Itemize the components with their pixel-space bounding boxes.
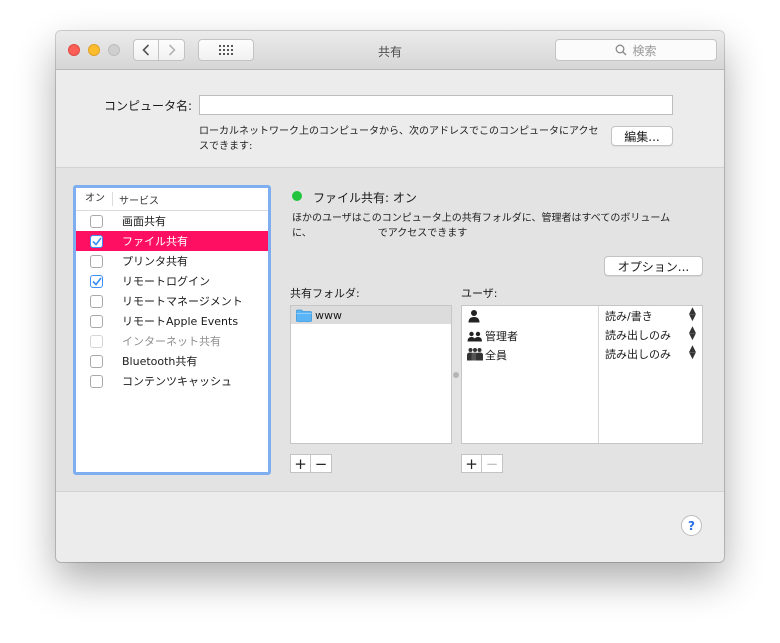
service-name: プリンタ共有 [122, 255, 188, 268]
sharing-main-section: オン サービス 画面共有ファイル共有 プリンタ共有リモートログインリモートマネージ… [56, 167, 724, 492]
shared-folders-label: 共有フォルダ: [290, 287, 360, 300]
services-list[interactable]: オン サービス 画面共有ファイル共有 プリンタ共有リモートログインリモートマネージ… [73, 185, 271, 475]
users-label: ユーザ: [461, 287, 498, 300]
folder-icon [296, 309, 312, 322]
computer-name-section: コンピュータ名: ローカルネットワーク上のコンピュータから、次のアドレスでこのコ… [56, 70, 724, 167]
users-list[interactable]: 読み/書き ▲ ▼ 管理者 読み出しのみ ▲ ▼ 全員 読み出しのみ ▲ ▼ [461, 305, 703, 444]
description-line-1: ほかのユーザはこのコンピュータ上の共有フォルダに、管理者はすべてのボリューム [292, 213, 671, 224]
user-permission[interactable]: 読み/書き [605, 308, 653, 324]
service-row[interactable]: インターネット共有 [76, 331, 268, 351]
single-user-icon [468, 310, 480, 323]
service-description: ほかのユーザはこのコンピュータ上の共有フォルダに、管理者はすべてのボリューム に… [292, 211, 692, 241]
service-checkbox[interactable] [90, 354, 103, 368]
service-status: ファイル共有: オン [313, 191, 417, 205]
help-button[interactable]: ? [681, 515, 702, 536]
service-checkbox[interactable] [90, 254, 103, 268]
service-row[interactable]: 画面共有 [76, 211, 268, 231]
group-icon [467, 331, 482, 342]
service-name: リモートログイン [122, 275, 210, 288]
stepper-arrows-icon[interactable]: ▲ ▼ [689, 326, 696, 342]
user-permission[interactable]: 読み出しのみ [605, 346, 671, 362]
column-header-service[interactable]: サービス [113, 192, 159, 207]
remove-user-button[interactable]: − [482, 454, 503, 473]
service-name: コンテンツキャッシュ [122, 375, 232, 388]
service-checkbox[interactable] [90, 314, 103, 328]
service-row[interactable]: プリンタ共有 [76, 251, 268, 271]
title-bar: 共有 検索 [56, 31, 724, 70]
service-checkbox[interactable] [90, 374, 103, 388]
services-rows: 画面共有ファイル共有 プリンタ共有リモートログインリモートマネージメント リモートA… [76, 211, 268, 391]
service-row[interactable]: リモートログイン [76, 271, 268, 291]
stepper-arrows-icon[interactable]: ▲ ▼ [689, 345, 696, 361]
computer-name-label: コンピュータ名: [104, 99, 193, 113]
user-add-remove-buttons: + − [461, 454, 503, 474]
split-view-handle[interactable] [453, 372, 459, 378]
shared-folders-list[interactable]: www [290, 305, 452, 444]
stepper-arrows-icon[interactable]: ▲ ▼ [689, 307, 696, 323]
computer-address-description: ローカルネットワーク上のコンピュータから、次のアドレスでこのコンピュータにアクセ… [199, 126, 599, 152]
user-row[interactable]: 読み/書き ▲ ▼ [462, 307, 702, 325]
service-row[interactable]: Bluetooth共有 [76, 351, 268, 371]
description-line-2-prefix: に、 [292, 228, 312, 239]
shared-folder-name: www [315, 308, 342, 322]
service-checkbox[interactable] [90, 294, 103, 308]
service-name: リモートマネージメント [122, 295, 243, 308]
shared-folder-row[interactable]: www [291, 306, 451, 324]
service-checkbox[interactable] [90, 274, 103, 288]
user-name: 管理者 [485, 330, 518, 343]
description-line-2-suffix: でアクセスできます [377, 228, 468, 239]
user-permission[interactable]: 読み出しのみ [605, 327, 671, 343]
computer-name-input[interactable] [199, 95, 673, 115]
everyone-icon [467, 348, 483, 361]
service-checkbox [90, 334, 103, 348]
service-name: リモートApple Events [122, 315, 239, 328]
column-header-on[interactable]: オン [76, 192, 113, 206]
add-user-button[interactable]: + [461, 454, 482, 473]
services-list-header: オン サービス [76, 188, 268, 211]
checkmark-icon [91, 236, 102, 246]
options-button[interactable]: オプション... [604, 256, 703, 276]
service-name: ファイル共有 [122, 235, 188, 248]
search-field[interactable]: 検索 [555, 39, 717, 61]
user-row[interactable]: 管理者 読み出しのみ ▲ ▼ [462, 326, 702, 344]
search-placeholder: 検索 [632, 43, 657, 58]
user-name: 全員 [485, 349, 507, 362]
remove-folder-button[interactable]: − [311, 454, 332, 473]
service-name: 画面共有 [122, 215, 166, 228]
service-row[interactable]: リモートApple Events [76, 311, 268, 331]
service-name: インターネット共有 [122, 335, 221, 348]
add-folder-button[interactable]: + [290, 454, 311, 473]
service-checkbox[interactable] [90, 234, 103, 248]
edit-button[interactable]: 編集... [611, 126, 673, 146]
service-row[interactable]: コンテンツキャッシュ [76, 371, 268, 391]
status-indicator-icon [292, 191, 302, 201]
service-checkbox[interactable] [90, 214, 103, 228]
service-name: Bluetooth共有 [122, 355, 198, 368]
service-row[interactable]: ファイル共有 [76, 231, 268, 251]
search-icon [616, 44, 627, 56]
checkmark-icon [91, 276, 102, 286]
user-row[interactable]: 全員 読み出しのみ ▲ ▼ [462, 345, 702, 363]
folder-add-remove-buttons: + − [290, 454, 332, 474]
sharing-preferences-window: 共有 検索 コンピュータ名: ローカルネットワーク上のコンピュータから、次のアド… [56, 31, 724, 562]
service-row[interactable]: リモートマネージメント [76, 291, 268, 311]
